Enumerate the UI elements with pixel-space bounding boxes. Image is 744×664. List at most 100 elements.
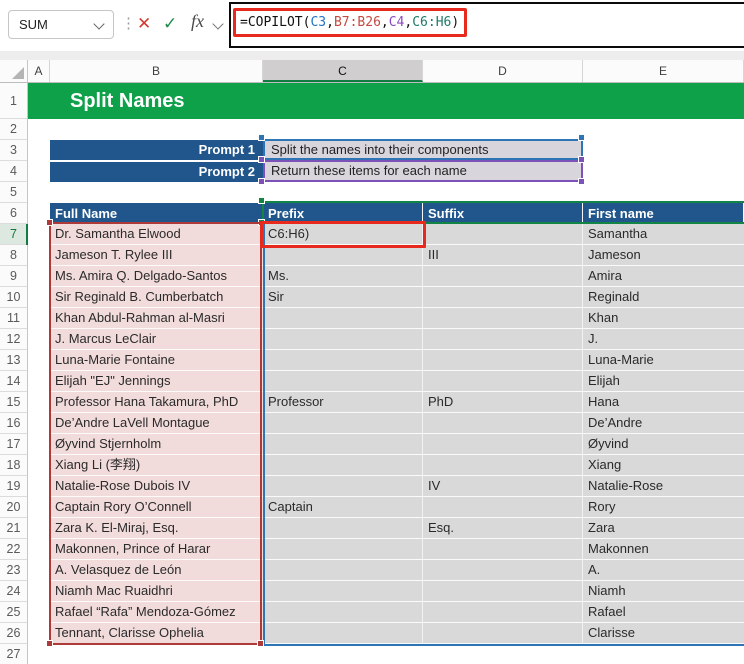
row-header-11[interactable]: 11 [0, 308, 27, 329]
suffix-cell-r9[interactable] [423, 266, 583, 287]
selection-handle[interactable] [578, 178, 585, 185]
full-name-cell-r15[interactable]: Professor Hana Takamura, PhD [50, 392, 263, 413]
first-name-cell-r21[interactable]: Zara [583, 518, 744, 539]
prefix-cell-r18[interactable] [263, 455, 423, 476]
row-header-13[interactable]: 13 [0, 350, 27, 371]
first-name-cell-r13[interactable]: Luna-Marie [583, 350, 744, 371]
selection-handle[interactable] [258, 134, 265, 141]
suffix-cell-r21[interactable]: Esq. [423, 518, 583, 539]
full-name-cell-r24[interactable]: Niamh Mac Ruaidhri [50, 581, 263, 602]
prefix-cell-r16[interactable] [263, 413, 423, 434]
first-name-cell-r15[interactable]: Hana [583, 392, 744, 413]
full-name-cell-r13[interactable]: Luna-Marie Fontaine [50, 350, 263, 371]
suffix-cell-r24[interactable] [423, 581, 583, 602]
first-name-cell-r12[interactable]: J. [583, 329, 744, 350]
row-header-7[interactable]: 7 [0, 224, 27, 245]
prefix-cell-r14[interactable] [263, 371, 423, 392]
suffix-cell-r7[interactable] [423, 224, 583, 245]
first-name-cell-r7[interactable]: Samantha [583, 224, 744, 245]
full-name-cell-r12[interactable]: J. Marcus LeClair [50, 329, 263, 350]
row-header-14[interactable]: 14 [0, 371, 27, 392]
prefix-cell-r20[interactable]: Captain [263, 497, 423, 518]
first-name-cell-r16[interactable]: De’Andre [583, 413, 744, 434]
first-name-cell-r8[interactable]: Jameson [583, 245, 744, 266]
range-handle[interactable] [258, 197, 265, 204]
row-header-4[interactable]: 4 [0, 161, 27, 182]
first-name-cell-r9[interactable]: Amira [583, 266, 744, 287]
row-header-15[interactable]: 15 [0, 392, 27, 413]
name-box[interactable]: SUM [8, 10, 114, 39]
prefix-cell-r13[interactable] [263, 350, 423, 371]
row-header-25[interactable]: 25 [0, 602, 27, 623]
prefix-cell-r11[interactable] [263, 308, 423, 329]
row-header-17[interactable]: 17 [0, 434, 27, 455]
full-name-cell-r25[interactable]: Rafael “Rafa” Mendoza-Gómez [50, 602, 263, 623]
row-header-8[interactable]: 8 [0, 245, 27, 266]
row-header-23[interactable]: 23 [0, 560, 27, 581]
row-header-10[interactable]: 10 [0, 287, 27, 308]
range-handle[interactable] [46, 219, 53, 226]
first-name-cell-r24[interactable]: Niamh [583, 581, 744, 602]
full-name-cell-r26[interactable]: Tennant, Clarisse Ophelia [50, 623, 263, 644]
selection-handle[interactable] [258, 156, 265, 163]
full-name-cell-r9[interactable]: Ms. Amira Q. Delgado-Santos [50, 266, 263, 287]
title-cell[interactable]: Split Names [28, 83, 744, 119]
suffix-cell-r15[interactable]: PhD [423, 392, 583, 413]
prefix-cell-r17[interactable] [263, 434, 423, 455]
row-header-26[interactable]: 26 [0, 623, 27, 644]
first-name-cell-r17[interactable]: Øyvind [583, 434, 744, 455]
row-header-2[interactable]: 2 [0, 119, 27, 140]
formula-input[interactable]: =COPILOT(C3,B7:B26,C4,C6:H6) [229, 2, 744, 48]
row-header-21[interactable]: 21 [0, 518, 27, 539]
prompt1-label-cell[interactable]: Prompt 1 [50, 140, 263, 160]
prefix-cell-r24[interactable] [263, 581, 423, 602]
full-name-cell-r11[interactable]: Khan Abdul-Rahman al-Masri [50, 308, 263, 329]
row-header-18[interactable]: 18 [0, 455, 27, 476]
prompt2-label-cell[interactable]: Prompt 2 [50, 161, 263, 182]
prefix-cell-r9[interactable]: Ms. [263, 266, 423, 287]
prefix-cell-r23[interactable] [263, 560, 423, 581]
row-header-16[interactable]: 16 [0, 413, 27, 434]
prefix-cell-r25[interactable] [263, 602, 423, 623]
prefix-cell-r19[interactable] [263, 476, 423, 497]
row-header-5[interactable]: 5 [0, 182, 27, 203]
suffix-cell-r16[interactable] [423, 413, 583, 434]
prefix-cell-r8[interactable] [263, 245, 423, 266]
column-header-a[interactable]: A [28, 60, 50, 82]
chevron-down-icon[interactable] [212, 18, 224, 30]
full-name-cell-r14[interactable]: Elijah "EJ" Jennings [50, 371, 263, 392]
suffix-cell-r18[interactable] [423, 455, 583, 476]
prompt2-value-cell[interactable]: Return these items for each name [263, 160, 583, 182]
enter-icon[interactable]: ✓ [163, 12, 177, 36]
full-name-cell-r7[interactable]: Dr. Samantha Elwood [50, 224, 263, 245]
first-name-cell-r14[interactable]: Elijah [583, 371, 744, 392]
suffix-cell-r10[interactable] [423, 287, 583, 308]
row-header-1[interactable]: 1 [0, 83, 27, 119]
first-name-cell-r23[interactable]: A. [583, 560, 744, 581]
chevron-down-icon[interactable] [93, 18, 105, 30]
full-name-cell-r8[interactable]: Jameson T. Rylee III [50, 245, 263, 266]
suffix-cell-r14[interactable] [423, 371, 583, 392]
row-header-27[interactable]: 27 [0, 644, 27, 664]
first-name-cell-r22[interactable]: Makonnen [583, 539, 744, 560]
header-first-name[interactable]: First name [583, 203, 744, 224]
header-full-name[interactable]: Full Name [50, 203, 263, 224]
prefix-cell-r15[interactable]: Professor [263, 392, 423, 413]
column-header-e[interactable]: E [583, 60, 744, 82]
selection-handle[interactable] [578, 156, 585, 163]
full-name-cell-r23[interactable]: A. Velasquez de León [50, 560, 263, 581]
full-name-cell-r21[interactable]: Zara K. El-Miraj, Esq. [50, 518, 263, 539]
row-header-9[interactable]: 9 [0, 266, 27, 287]
column-header-d[interactable]: D [423, 60, 583, 82]
selection-handle[interactable] [578, 134, 585, 141]
first-name-cell-r11[interactable]: Khan [583, 308, 744, 329]
suffix-cell-r17[interactable] [423, 434, 583, 455]
prefix-cell-r10[interactable]: Sir [263, 287, 423, 308]
insert-function-icon[interactable]: fx [191, 11, 204, 32]
suffix-cell-r20[interactable] [423, 497, 583, 518]
full-name-cell-r17[interactable]: Øyvind Stjernholm [50, 434, 263, 455]
suffix-cell-r8[interactable]: III [423, 245, 583, 266]
prefix-cell-r22[interactable] [263, 539, 423, 560]
row-header-3[interactable]: 3 [0, 140, 27, 161]
first-name-cell-r26[interactable]: Clarisse [583, 623, 744, 644]
